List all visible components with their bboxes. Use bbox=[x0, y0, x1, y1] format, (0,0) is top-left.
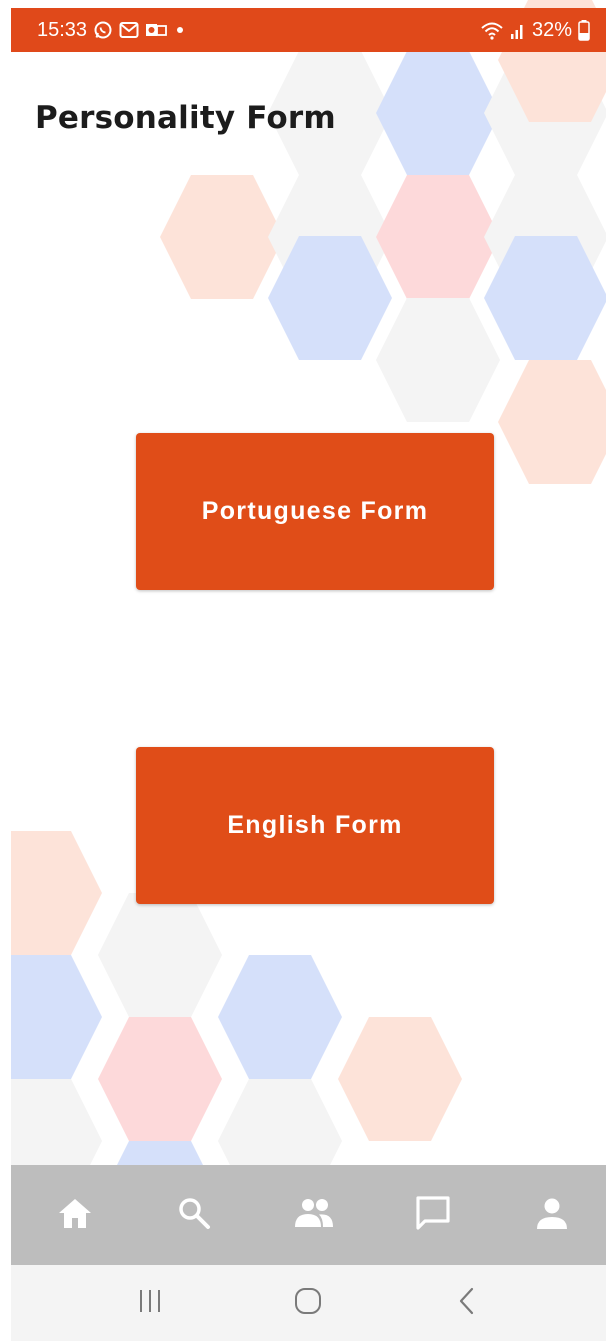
system-navigation-bar bbox=[11, 1265, 606, 1341]
battery-percent: 32% bbox=[531, 18, 572, 41]
signal-icon bbox=[510, 20, 526, 40]
notification-dot-icon bbox=[173, 23, 187, 37]
nav-home[interactable] bbox=[53, 1193, 97, 1237]
whatsapp-icon bbox=[93, 20, 113, 40]
profile-icon bbox=[535, 1196, 569, 1234]
page-title: Personality Form bbox=[35, 100, 336, 136]
battery-icon bbox=[578, 19, 590, 41]
nav-search[interactable] bbox=[172, 1193, 216, 1237]
app-screen: 15:33 32% Personality Form Portuguese Fo… bbox=[0, 0, 606, 1341]
recents-icon bbox=[136, 1288, 164, 1318]
home-circle-icon bbox=[293, 1286, 323, 1320]
system-home-button[interactable] bbox=[278, 1278, 338, 1328]
status-bar: 15:33 32% bbox=[11, 8, 606, 52]
nav-people[interactable] bbox=[292, 1193, 336, 1237]
home-icon bbox=[57, 1196, 93, 1234]
clock: 15:33 bbox=[37, 18, 88, 41]
chat-icon bbox=[414, 1194, 452, 1236]
nav-profile[interactable] bbox=[530, 1193, 574, 1237]
bottom-navigation bbox=[11, 1165, 606, 1265]
outlook-icon bbox=[145, 21, 167, 39]
wifi-icon bbox=[480, 20, 504, 40]
back-icon bbox=[456, 1286, 478, 1320]
nav-chat[interactable] bbox=[411, 1193, 455, 1237]
portuguese-form-button[interactable]: Portuguese Form bbox=[136, 433, 494, 590]
search-icon bbox=[177, 1196, 211, 1234]
back-button[interactable] bbox=[437, 1278, 497, 1328]
recents-button[interactable] bbox=[120, 1278, 180, 1328]
hexagon-background bbox=[0, 0, 606, 1265]
english-form-button[interactable]: English Form bbox=[136, 747, 494, 904]
screen-edge bbox=[0, 0, 11, 1341]
gmail-icon bbox=[119, 21, 139, 39]
people-icon bbox=[293, 1197, 335, 1233]
